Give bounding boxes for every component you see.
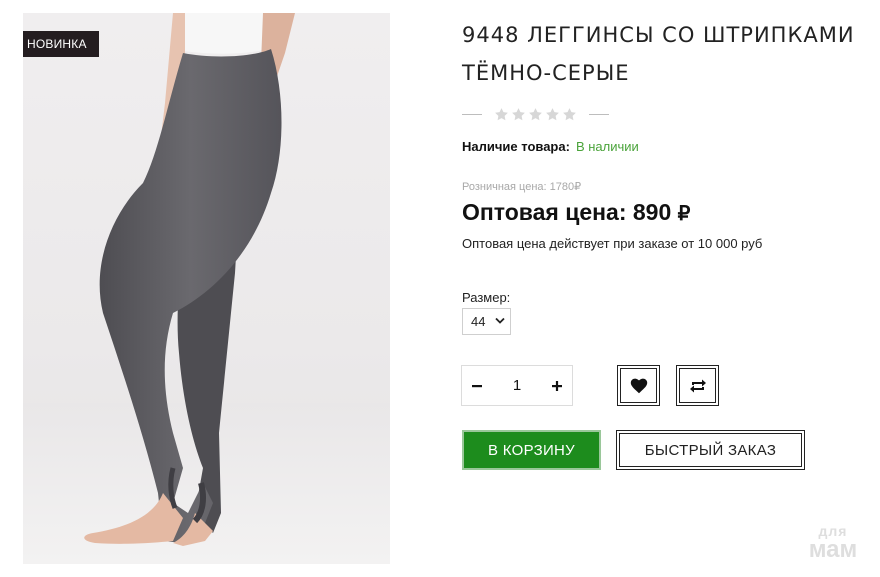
product-image	[23, 13, 390, 564]
quantity-stepper[interactable]: 1	[461, 365, 573, 406]
quantity-value[interactable]: 1	[513, 377, 521, 394]
divider	[462, 113, 482, 115]
product-photo[interactable]: НОВИНКА	[23, 13, 390, 564]
chevron-down-icon	[495, 317, 505, 324]
quick-order-button[interactable]: БЫСТРЫЙ ЗАКАЗ	[616, 430, 805, 470]
compare-icon	[689, 379, 706, 392]
star-icon[interactable]	[545, 107, 560, 122]
currency-symbol: ₽	[677, 203, 691, 225]
size-select[interactable]: 44	[462, 308, 511, 335]
divider	[589, 113, 609, 115]
add-to-cart-button[interactable]: В КОРЗИНУ	[462, 430, 601, 470]
wholesale-note: Оптовая цена действует при заказе от 10 …	[462, 236, 763, 251]
retail-price: Розничная цена: 1780₽	[462, 181, 582, 193]
new-badge: НОВИНКА	[23, 31, 99, 57]
quantity-increase-button[interactable]	[542, 366, 572, 405]
minus-icon	[472, 384, 482, 387]
wishlist-button[interactable]	[617, 365, 660, 406]
watermark-logo: для мам	[796, 524, 870, 562]
star-icon[interactable]	[494, 107, 509, 122]
heart-icon	[630, 378, 647, 393]
wholesale-price: Оптовая цена: 890 ₽	[462, 199, 690, 226]
quantity-decrease-button[interactable]	[462, 366, 492, 405]
wholesale-price-label: Оптовая цена: 890	[462, 199, 672, 225]
stock-label: Наличие товара:	[462, 139, 570, 154]
product-title: 9448 ЛЕГГИНСЫ СО ШТРИПКАМИ ТЁМНО-СЕРЫЕ	[462, 23, 855, 85]
stock-value: В наличии	[575, 139, 639, 154]
stock-status: Наличие товара: В наличии	[462, 139, 639, 154]
size-label: Размер:	[462, 290, 511, 305]
plus-icon	[552, 380, 562, 391]
watermark-bottom: мам	[808, 536, 858, 563]
size-selected-value: 44	[471, 314, 486, 329]
compare-button[interactable]	[676, 365, 719, 406]
rating-stars[interactable]	[462, 104, 622, 124]
star-icon[interactable]	[562, 107, 577, 122]
star-icon[interactable]	[511, 107, 526, 122]
star-icon[interactable]	[528, 107, 543, 122]
